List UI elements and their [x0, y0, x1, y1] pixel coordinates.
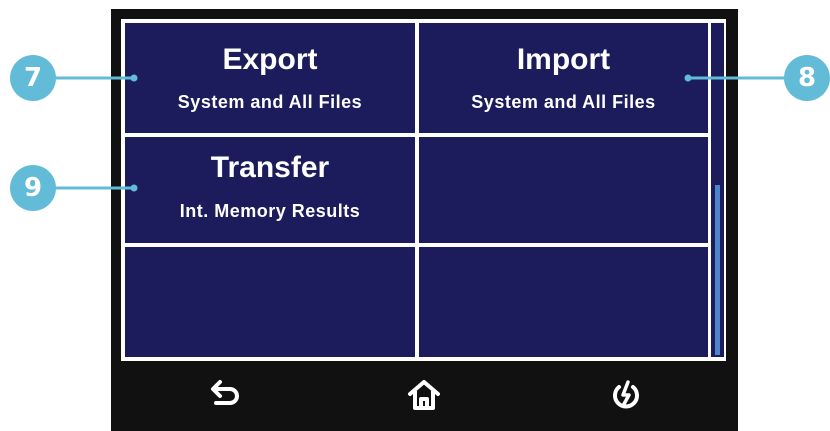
callout-transfer: 9 — [10, 165, 56, 211]
callout-export: 7 — [10, 55, 56, 101]
callout-leader-lines — [56, 74, 792, 192]
callout-import: 8 — [784, 55, 830, 101]
